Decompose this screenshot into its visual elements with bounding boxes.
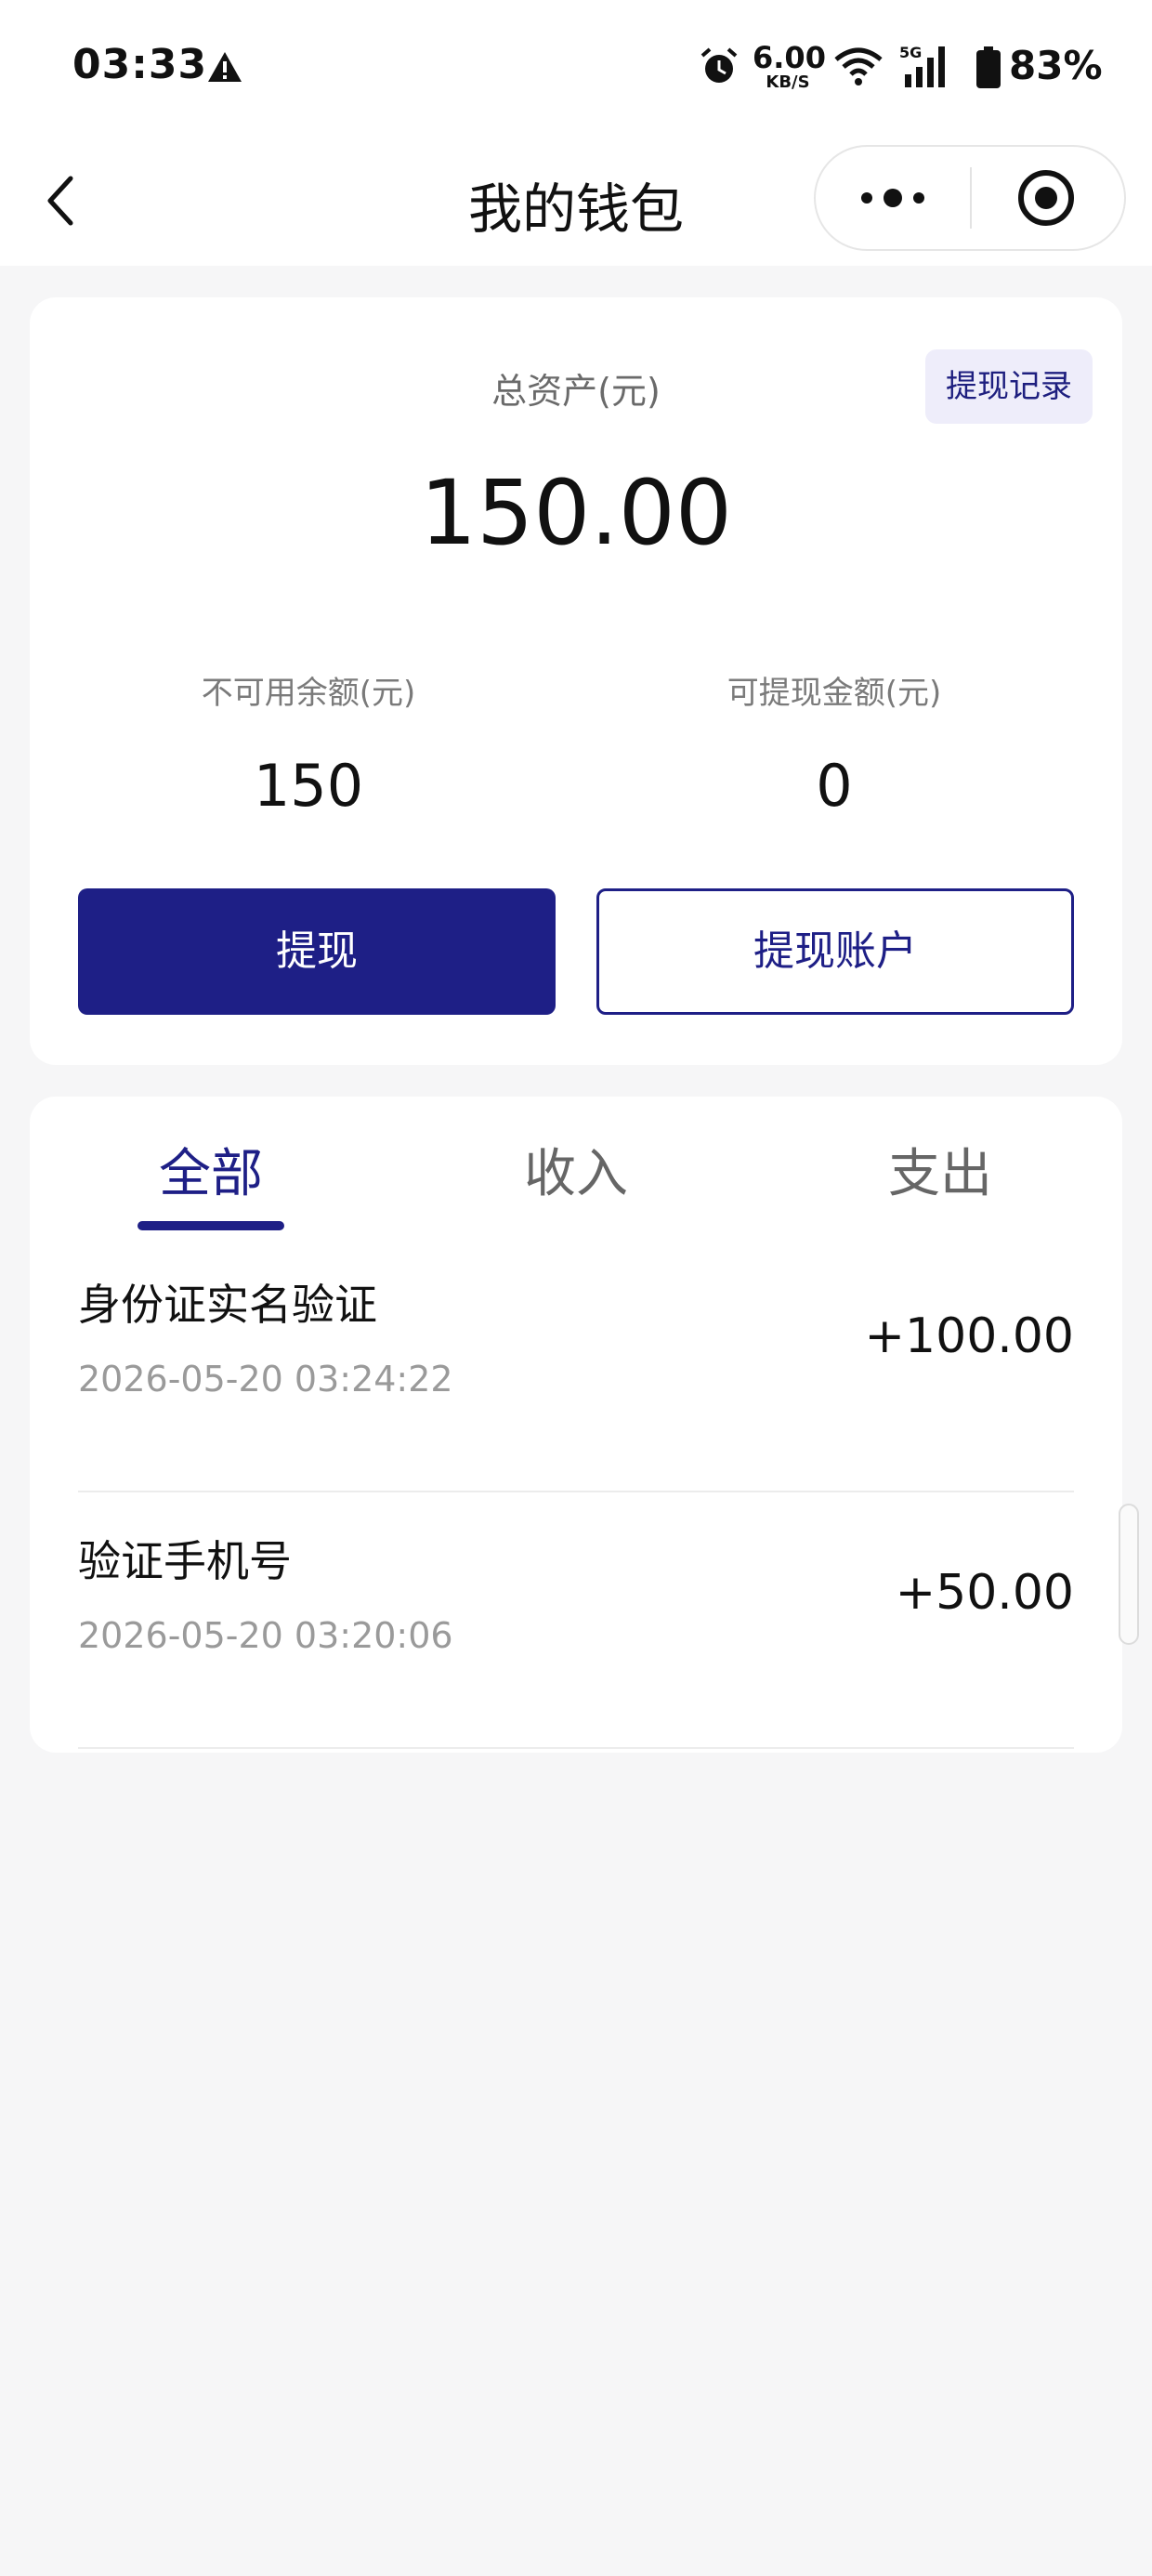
transaction-title: 验证手机号 <box>78 1536 292 1586</box>
transaction-row[interactable]: 身份证实名验证 2026-05-20 03:24:22 +100.00 <box>78 1236 1074 1492</box>
unavailable-balance-value: 150 <box>253 752 364 820</box>
withdraw-records-button[interactable]: 提现记录 <box>925 349 1093 424</box>
battery-icon <box>976 46 1001 88</box>
net-speed-indicator: 6.00 KB/S <box>753 40 826 92</box>
more-icon[interactable] <box>816 147 970 249</box>
tab-expense[interactable]: 支出 <box>810 1132 1070 1207</box>
withdraw-button[interactable]: 提现 <box>78 888 556 1015</box>
unavailable-balance-label: 不可用余额(元) <box>201 675 416 712</box>
signal-5g-icon: 5G <box>899 44 945 87</box>
unavailable-balance: 不可用余额(元) 150 <box>48 667 569 820</box>
tab-income[interactable]: 收入 <box>446 1132 706 1207</box>
wallet-summary-card: 总资产(元) 提现记录 150.00 不可用余额(元) 150 可提现金额(元)… <box>30 297 1122 1065</box>
nav-bar: 我的钱包 <box>0 138 1152 266</box>
transaction-title: 身份证实名验证 <box>78 1280 377 1330</box>
net-speed-unit: KB/S <box>766 72 810 92</box>
tab-all[interactable]: 全部 <box>81 1132 341 1207</box>
active-tab-indicator <box>137 1221 284 1230</box>
transaction-time: 2026-05-20 03:24:22 <box>78 1359 453 1400</box>
total-assets-amount: 150.00 <box>420 461 732 565</box>
mini-program-capsule <box>814 145 1126 251</box>
withdrawable-amount-value: 0 <box>816 752 853 820</box>
transactions-card: 全部 收入 支出 身份证实名验证 2026-05-20 03:24:22 +10… <box>30 1097 1122 1753</box>
status-time: 03:33 <box>72 41 208 88</box>
net-speed-value: 6.00 <box>753 40 826 75</box>
transaction-amount: +100.00 <box>864 1308 1074 1364</box>
transaction-time: 2026-05-20 03:20:06 <box>78 1615 453 1656</box>
scrollbar-thumb[interactable] <box>1119 1504 1139 1645</box>
withdrawable-amount: 可提现金额(元) 0 <box>574 667 1094 820</box>
withdraw-account-button[interactable]: 提现账户 <box>596 888 1074 1015</box>
close-miniprogram-icon[interactable] <box>972 147 1126 249</box>
status-bar: 03:33 6.00 KB/S 5G 83% <box>0 0 1152 138</box>
warning-icon <box>208 52 242 82</box>
row-divider <box>78 1747 1074 1749</box>
transaction-amount: +50.00 <box>895 1565 1074 1621</box>
wallet-screen: 03:33 6.00 KB/S 5G 83% 我的钱包 总资产(元) 提现记录 … <box>0 0 1152 2576</box>
network-type-label: 5G <box>899 44 922 61</box>
transaction-row[interactable]: 验证手机号 2026-05-20 03:20:06 +50.00 <box>78 1492 1074 1749</box>
battery-percent: 83% <box>1009 43 1103 88</box>
alarm-icon <box>700 47 738 83</box>
wifi-icon <box>834 47 883 85</box>
withdrawable-amount-label: 可提现金额(元) <box>727 675 942 712</box>
